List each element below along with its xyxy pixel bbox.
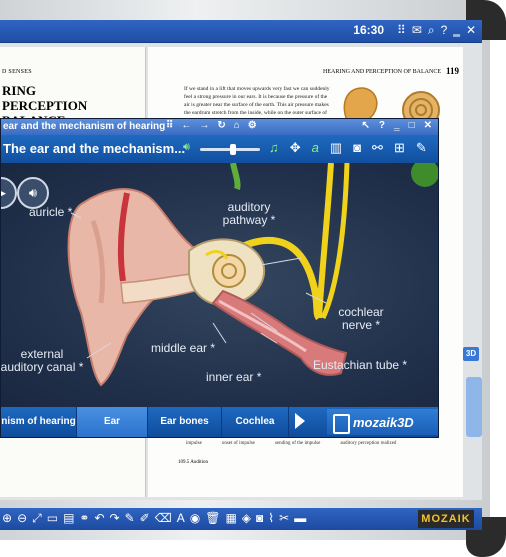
bottom-tool-icons: ⊕ ⊖ ⤢ ▭ ▤ ⚭ ↶ ↷ ✎ ✐ ⌫ A ◉ 🗑︎ ▦ ◈ ◙ ⌇ ✂ ▬ <box>2 511 306 526</box>
clock: 16:30 <box>353 23 384 37</box>
book-icon[interactable]: ▤ <box>63 511 74 526</box>
left-running-head: D SENSES <box>2 69 32 75</box>
bottom-toolbar: ⊕ ⊖ ⤢ ▭ ▤ ⚭ ↶ ↷ ✎ ✐ ⌫ A ◉ 🗑︎ ▦ ◈ ◙ ⌇ ✂ ▬… <box>0 508 482 530</box>
fullscreen-icon[interactable]: ⤢ <box>32 511 42 526</box>
viewer-toolbar: The ear and the mechanism... 🔊︎ ♫ ✥ a ▥ … <box>1 135 438 163</box>
undo-icon[interactable]: ↶ <box>94 511 104 526</box>
label-inner-ear[interactable]: inner ear * <box>206 371 261 384</box>
volume-icon[interactable]: 🔊︎ <box>183 141 190 154</box>
tab-mechanism-of-hearing[interactable]: nism of hearing <box>1 407 77 437</box>
tab-ear[interactable]: Ear <box>77 407 148 437</box>
camera-icon[interactable]: ◙ <box>353 140 361 156</box>
music-icon[interactable]: ♫ <box>269 140 279 156</box>
close-icon[interactable]: ✕ <box>466 23 476 38</box>
zoom-out-icon[interactable]: ⊖ <box>17 511 27 526</box>
mail-icon[interactable]: ✉ <box>412 23 422 38</box>
layout-icon[interactable]: ▥ <box>330 140 342 156</box>
maximize-icon[interactable]: □ <box>409 120 415 131</box>
camera-icon[interactable]: ◙ <box>256 511 263 526</box>
refresh-icon[interactable]: ↻ <box>217 120 225 131</box>
close-icon[interactable]: ✕ <box>424 120 432 131</box>
mozaik3d-window: ear and the mechanism of hearing ⠿ ← → ↻… <box>0 118 439 438</box>
top-toolbar: 16:30 ⠿ ✉ ⌕ ? ‗ ✕ <box>0 20 482 43</box>
label-middle-ear[interactable]: middle ear * <box>151 342 215 355</box>
clip-icon[interactable]: ⌇ <box>268 511 274 526</box>
tools-icon[interactable]: ✂ <box>279 511 289 526</box>
app-frame: 16:30 ⠿ ✉ ⌕ ? ‗ ✕ D SENSES RING PERCEPTI… <box>0 0 506 557</box>
pointer-icon[interactable]: ↖ <box>362 120 370 131</box>
help-icon[interactable]: ? <box>441 23 448 38</box>
label-auditory-pathway[interactable]: auditory pathway * <box>219 201 279 227</box>
binoculars-icon[interactable]: ⚭ <box>79 511 89 526</box>
grid-view-icon[interactable]: ⊞ <box>394 140 405 156</box>
animation-icon[interactable]: ⚯ <box>372 140 383 156</box>
trash-icon[interactable]: 🗑︎ <box>205 511 220 526</box>
shapes-icon[interactable]: ◈ <box>242 511 251 526</box>
redo-icon[interactable]: ↷ <box>110 511 120 526</box>
grid-icon[interactable]: ⠿ <box>166 120 173 131</box>
side-panel-handle[interactable] <box>466 377 482 437</box>
label-external-auditory-canal[interactable]: external auditory canal * <box>1 348 87 374</box>
volume-slider-knob[interactable] <box>230 144 236 155</box>
exit-icon[interactable] <box>333 414 350 434</box>
window-controls: ↖ ? ‗ □ ✕ <box>362 120 432 131</box>
text-icon[interactable]: A <box>177 511 185 526</box>
eraser-icon[interactable]: ⌫ <box>155 511 172 526</box>
mozaik-logo: MOZAIK <box>418 510 474 528</box>
search-icon[interactable]: ⌕ <box>428 23 435 38</box>
forward-icon[interactable]: → <box>199 120 209 131</box>
zoom-in-icon[interactable]: ⊕ <box>2 511 12 526</box>
top-toolbar-icons: ⠿ ✉ ⌕ ? ‗ ✕ <box>397 23 476 38</box>
minimize-icon[interactable]: ‗ <box>394 120 400 131</box>
label-auricle[interactable]: auricle * <box>29 206 72 219</box>
window-nav-icons: ⠿ ← → ↻ ⌂ ⚙ <box>166 120 257 131</box>
play-icon[interactable] <box>295 413 305 429</box>
tools-icon[interactable]: ✎ <box>416 140 427 156</box>
mozaik3d-brand: mozaik3D <box>327 409 438 435</box>
3d-scene[interactable]: ▶ 🔊︎ auricle * auditory pathway * cochle… <box>1 163 438 407</box>
viewer-tool-icons: ♫ ✥ a ▥ ◙ ⚯ ⊞ ✎ <box>269 140 427 156</box>
window-title: ear and the mechanism of hearing <box>3 121 166 132</box>
pen-icon[interactable]: ✎ <box>125 511 135 526</box>
settings-icon[interactable]: ⚙ <box>248 120 257 131</box>
minimize-icon[interactable]: ‗ <box>453 23 460 38</box>
home-icon[interactable]: ⌂ <box>234 120 240 131</box>
back-icon[interactable]: ← <box>181 120 191 131</box>
presentation-icon[interactable]: ▭ <box>47 511 58 526</box>
label-icon[interactable]: a <box>312 140 319 156</box>
move-icon[interactable]: ✥ <box>290 140 301 156</box>
3d-tab[interactable]: 3D <box>463 347 479 361</box>
figure-step-captions: impulse onset of impulse sending of the … <box>186 441 397 446</box>
volume-slider[interactable] <box>200 144 260 155</box>
grid-icon[interactable]: ⠿ <box>397 23 406 38</box>
scene-tabs: nism of hearing Ear Ear bones Cochlea mo… <box>1 407 438 437</box>
window-titlebar[interactable]: ear and the mechanism of hearing ⠿ ← → ↻… <box>1 119 438 135</box>
help-icon[interactable]: ? <box>379 120 385 131</box>
page-number: 119 <box>445 66 459 76</box>
figure-caption: 109.5 Audition <box>178 460 209 465</box>
marker-icon[interactable]: ✐ <box>140 511 150 526</box>
right-running-head: HEARING AND PERCEPTION OF BALANCE <box>322 69 441 75</box>
label-eustachian-tube[interactable]: Eustachian tube * <box>313 359 407 372</box>
tab-cochlea[interactable]: Cochlea <box>222 407 289 437</box>
tab-ear-bones[interactable]: Ear bones <box>148 407 222 437</box>
board-icon[interactable]: ▦ <box>225 511 236 526</box>
label-cochlear-nerve[interactable]: cochlear nerve * <box>331 306 391 332</box>
scene-title: The ear and the mechanism... <box>3 141 186 156</box>
ruler-icon[interactable]: ▬ <box>294 511 306 526</box>
record-icon[interactable]: ◉ <box>190 511 200 526</box>
